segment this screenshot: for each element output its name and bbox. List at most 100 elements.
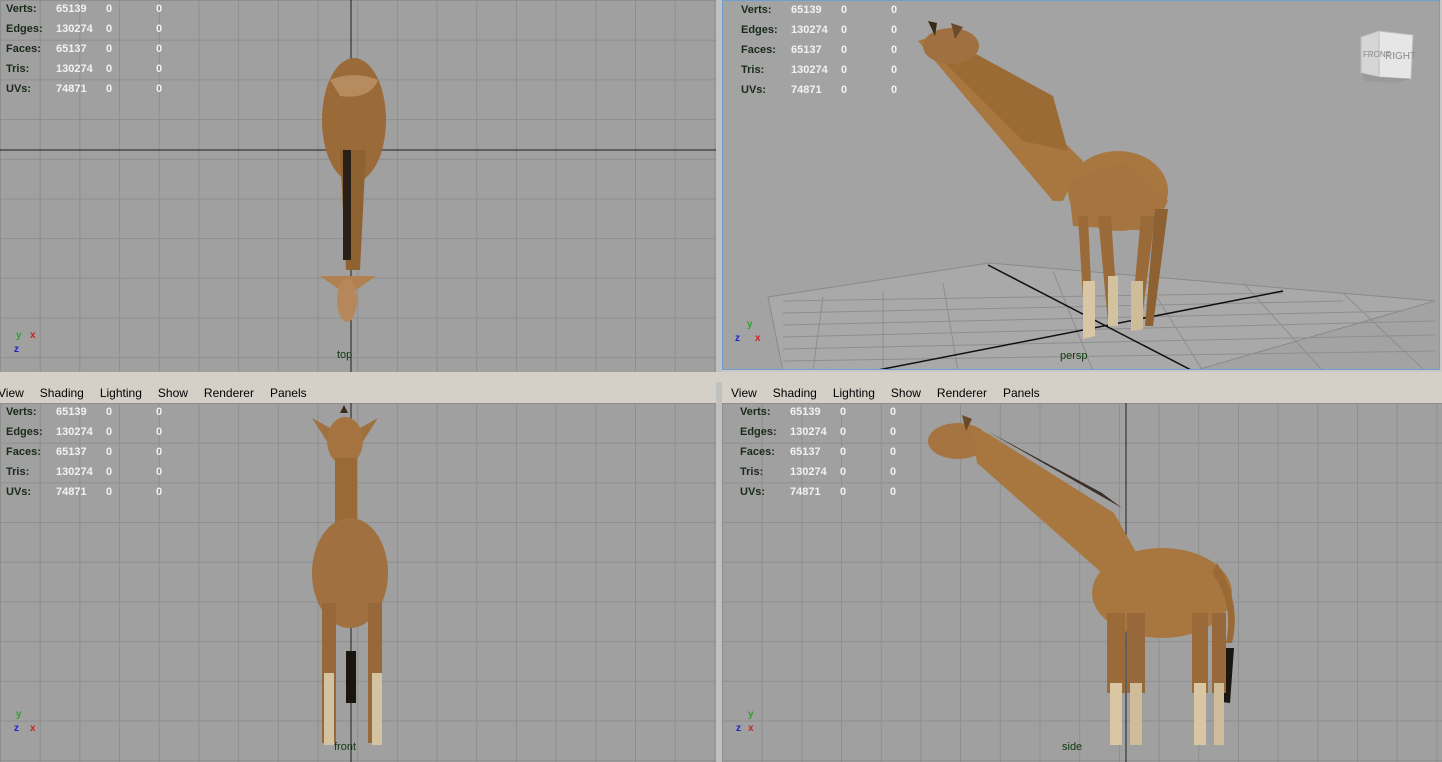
hud-label: Verts: <box>6 3 37 15</box>
hud-value: 130274 <box>790 466 827 478</box>
hud-row: Verts: 65139 0 0 <box>740 403 930 422</box>
hud-label: Tris: <box>740 466 764 478</box>
viewport-front[interactable]: Verts: 65139 0 0 Edges: 130274 0 0 Faces: 65137 0 0… <box>0 403 716 762</box>
hud-value: 0 <box>890 406 897 418</box>
hud-value: 0 <box>156 446 163 458</box>
hud-row: Faces: 65137 0 0 <box>6 39 196 59</box>
hud-row: Tris: 130274 0 0 <box>6 462 196 482</box>
poly-count-hud: Verts: 65139 0 0 Edges: 130274 0 0 Faces: 65137 0 0… <box>6 403 196 502</box>
hud-row: Edges: 130274 0 0 <box>740 422 930 442</box>
menu-show[interactable]: Show <box>891 386 921 400</box>
hud-value: 0 <box>891 4 898 16</box>
view-cube-right-label: RIGHT <box>1385 51 1415 62</box>
menu-panels[interactable]: Panels <box>270 386 307 400</box>
hud-row: Faces: 65137 0 0 <box>741 40 931 60</box>
hud-value: 0 <box>156 426 163 438</box>
hud-row: Edges: 130274 0 0 <box>741 20 931 40</box>
viewport-top[interactable]: Verts: 65139 0 0 Edges: 130274 0 0 Faces: 65137 0 0… <box>0 0 716 372</box>
hud-value: 130274 <box>56 426 93 438</box>
hud-value: 0 <box>840 486 847 498</box>
hud-value: 0 <box>156 63 163 75</box>
panel-menubar-side: View Shading Lighting Show Renderer Pane… <box>722 382 1442 404</box>
poly-count-hud: Verts: 65139 0 0 Edges: 130274 0 0 Faces: 65137 0 0… <box>741 1 931 100</box>
hud-value: 65137 <box>790 446 821 458</box>
menu-renderer[interactable]: Renderer <box>937 386 987 400</box>
hud-value: 65137 <box>56 446 87 458</box>
hud-label: Tris: <box>6 63 30 75</box>
menu-view[interactable]: View <box>0 386 24 400</box>
hud-row: Edges: 130274 0 0 <box>6 422 196 442</box>
hud-value: 0 <box>106 466 113 478</box>
hud-value: 65139 <box>790 406 821 418</box>
hud-value: 0 <box>841 64 848 76</box>
hud-value: 0 <box>841 24 848 36</box>
hud-value: 0 <box>106 83 113 95</box>
hud-value: 0 <box>156 83 163 95</box>
menu-panels[interactable]: Panels <box>1003 386 1040 400</box>
pane-divider-horizontal[interactable] <box>0 372 1442 382</box>
viewport-side[interactable]: Verts: 65139 0 0 Edges: 130274 0 0 Faces: 65137 0 0… <box>722 403 1442 762</box>
hud-value: 0 <box>840 466 847 478</box>
hud-value: 0 <box>106 426 113 438</box>
hud-value: 74871 <box>791 84 822 96</box>
hud-label: Verts: <box>6 406 37 418</box>
hud-value: 130274 <box>790 426 827 438</box>
panel-menubar-front: View Shading Lighting Show Renderer Pane… <box>0 382 716 404</box>
hud-value: 0 <box>840 406 847 418</box>
hud-value: 0 <box>841 44 848 56</box>
poly-count-hud: Verts: 65139 0 0 Edges: 130274 0 0 Faces: 65137 0 0… <box>740 403 930 502</box>
axis-z-label: z <box>14 344 19 355</box>
hud-value: 0 <box>106 63 113 75</box>
hud-row: Verts: 65139 0 0 <box>6 0 196 19</box>
hud-label: Edges: <box>6 23 43 35</box>
axis-y-label: y <box>748 709 754 720</box>
viewport-persp[interactable]: Verts: 65139 0 0 Edges: 130274 0 0 Faces: 65137 0 0… <box>722 0 1440 370</box>
hud-row: UVs: 74871 0 0 <box>740 482 930 502</box>
giraffe-side-model <box>928 415 1235 745</box>
menu-renderer[interactable]: Renderer <box>204 386 254 400</box>
hud-value: 0 <box>891 24 898 36</box>
hud-value: 65139 <box>791 4 822 16</box>
hud-value: 65137 <box>791 44 822 56</box>
hud-value: 130274 <box>56 466 93 478</box>
hud-label: UVs: <box>741 84 767 96</box>
hud-label: UVs: <box>6 486 32 498</box>
hud-value: 0 <box>106 23 113 35</box>
menu-lighting[interactable]: Lighting <box>100 386 142 400</box>
hud-row: Tris: 130274 0 0 <box>740 462 930 482</box>
hud-row: UVs: 74871 0 0 <box>6 482 196 502</box>
hud-label: Faces: <box>6 446 41 458</box>
hud-value: 0 <box>841 84 848 96</box>
menu-view[interactable]: View <box>731 386 757 400</box>
hud-value: 74871 <box>56 83 87 95</box>
hud-label: Faces: <box>741 44 776 56</box>
axis-y-label: y <box>16 330 22 341</box>
hud-row: Tris: 130274 0 0 <box>741 60 931 80</box>
hud-value: 0 <box>156 43 163 55</box>
axis-x-label: x <box>755 333 761 344</box>
axis-x-label: x <box>748 723 754 734</box>
hud-value: 0 <box>106 486 113 498</box>
view-cube[interactable]: FRONT RIGHT <box>1355 29 1416 92</box>
hud-label: Edges: <box>6 426 43 438</box>
giraffe-front-model <box>312 405 388 745</box>
hud-value: 0 <box>890 486 897 498</box>
hud-row: Tris: 130274 0 0 <box>6 59 196 79</box>
axis-y-label: y <box>747 319 753 330</box>
hud-row: UVs: 74871 0 0 <box>6 79 196 99</box>
hud-value: 74871 <box>790 486 821 498</box>
hud-value: 0 <box>890 446 897 458</box>
hud-value: 130274 <box>56 23 93 35</box>
axis-z-label: z <box>14 723 19 734</box>
hud-value: 65139 <box>56 406 87 418</box>
menu-shading[interactable]: Shading <box>40 386 84 400</box>
menu-show[interactable]: Show <box>158 386 188 400</box>
menu-shading[interactable]: Shading <box>773 386 817 400</box>
viewport-name-top: top <box>337 349 353 361</box>
giraffe-top-model <box>320 58 386 322</box>
hud-value: 0 <box>156 3 163 15</box>
menu-lighting[interactable]: Lighting <box>833 386 875 400</box>
hud-label: Faces: <box>740 446 775 458</box>
hud-row: Verts: 65139 0 0 <box>6 403 196 422</box>
hud-label: Verts: <box>740 406 771 418</box>
